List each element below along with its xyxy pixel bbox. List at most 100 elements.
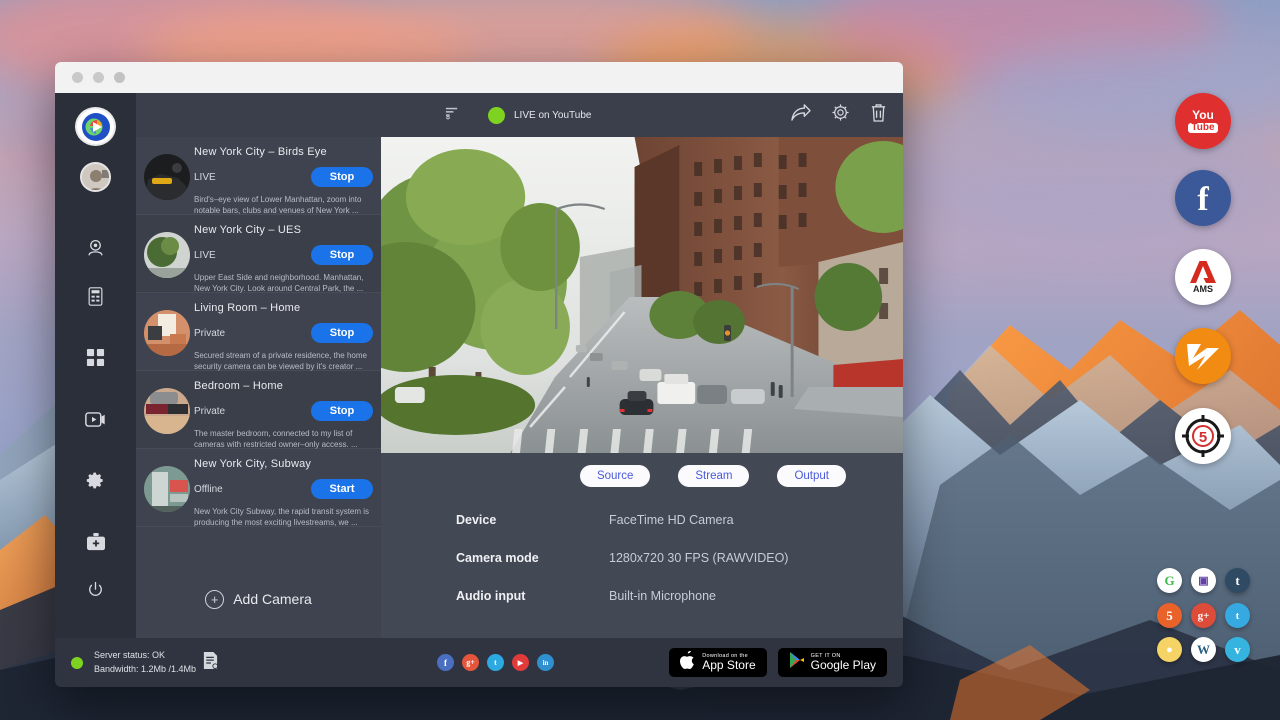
store-main-label: Google Play — [811, 659, 876, 672]
list-item[interactable]: New York City – Birds Eye LIVE Stop Bird… — [136, 137, 381, 215]
add-camera-button[interactable]: + Add Camera — [136, 560, 381, 638]
cloud — [980, 40, 1280, 135]
list-item[interactable]: New York City, Subway Offline Start New … — [136, 449, 381, 527]
window-titlebar — [55, 62, 903, 93]
app-window: New York City – Birds Eye LIVE Stop Bird… — [55, 62, 903, 687]
camera-thumbnail — [144, 388, 190, 434]
plus-icon: + — [205, 590, 224, 609]
sidebar-item-support[interactable] — [76, 521, 116, 568]
svg-text:5: 5 — [1199, 429, 1207, 446]
info-row-device: Device FaceTime HD Camera — [456, 513, 903, 527]
camera-description: Bird's–eye view of Lower Manhattan, zoom… — [194, 195, 373, 217]
toolbar-actions — [790, 103, 887, 127]
youtube-desktop-icon[interactable]: You Tube — [1175, 93, 1231, 149]
html5-mini-icon[interactable]: 5 — [1157, 603, 1182, 628]
user-avatar[interactable] — [80, 162, 111, 192]
info-value[interactable]: 1280x720 30 FPS (RAWVIDEO) — [609, 551, 788, 565]
store-badges: Download on the App Store GE — [669, 648, 887, 677]
camera-toggle-button[interactable]: Stop — [311, 245, 373, 265]
googleplus-icon[interactable]: g+ — [462, 654, 479, 671]
googleplus-mini-icon[interactable]: g+ — [1191, 603, 1216, 628]
camera-list-column: New York City – Birds Eye LIVE Stop Bird… — [136, 93, 381, 638]
google-play-badge[interactable]: GET IT ON Google Play — [778, 648, 887, 677]
facebook-desktop-icon[interactable]: f — [1175, 170, 1231, 226]
server-status-dot — [71, 657, 83, 669]
share-icon[interactable] — [790, 103, 811, 127]
adobe-ams-desktop-icon[interactable]: AMS — [1175, 249, 1231, 305]
sidebar-item-video[interactable] — [76, 398, 116, 445]
tab-pills: Source Stream Output — [381, 453, 903, 487]
camera-list[interactable]: New York City – Birds Eye LIVE Stop Bird… — [136, 137, 381, 560]
wowza-desktop-icon[interactable] — [1175, 328, 1231, 384]
document-icon[interactable] — [202, 651, 219, 675]
server-status-line: Server status: OK — [94, 649, 196, 663]
trash-icon[interactable] — [870, 103, 887, 127]
add-camera-label: Add Camera — [233, 591, 312, 607]
sort-icon[interactable] — [445, 105, 460, 125]
list-item[interactable]: Bedroom – Home Private Stop The master b… — [136, 371, 381, 449]
tab-output[interactable]: Output — [777, 465, 846, 487]
window-close-button[interactable] — [72, 72, 83, 83]
sidebar-item-camera[interactable] — [76, 228, 116, 275]
twitter-mini-icon[interactable]: t — [1225, 603, 1250, 628]
camera-thumbnail — [144, 310, 190, 356]
app-store-badge[interactable]: Download on the App Store — [669, 648, 766, 677]
video-preview[interactable] — [381, 137, 903, 453]
sidebar-item-power[interactable] — [76, 569, 116, 616]
gear-icon — [86, 471, 105, 495]
live-indicator-dot — [488, 107, 505, 124]
power-icon — [87, 581, 104, 603]
grid-icon — [86, 348, 105, 372]
camera-status: LIVE — [194, 172, 216, 183]
live-status-label: LIVE on YouTube — [514, 110, 591, 121]
sidebar-item-device[interactable] — [76, 275, 116, 322]
sidebar-item-settings[interactable] — [76, 460, 116, 507]
camera-toggle-button[interactable]: Stop — [311, 401, 373, 421]
sidebar-item-dashboard[interactable] — [76, 337, 116, 384]
tumblr-mini-icon[interactable]: t — [1225, 568, 1250, 593]
youtube-icon[interactable]: ▶ — [512, 654, 529, 671]
gear-icon[interactable] — [831, 103, 850, 127]
tab-source[interactable]: Source — [580, 465, 650, 487]
source-info-table: Device FaceTime HD Camera Camera mode 12… — [381, 487, 903, 638]
camera-thumbnail — [144, 466, 190, 512]
list-item[interactable]: Living Room – Home Private Stop Secured … — [136, 293, 381, 371]
gumroad-mini-icon[interactable]: G — [1157, 568, 1182, 593]
camera-thumbnail — [144, 154, 190, 200]
camera-title: Living Room – Home — [194, 302, 373, 314]
info-value[interactable]: FaceTime HD Camera — [609, 513, 734, 527]
flickr-mini-icon[interactable]: ● — [1157, 637, 1182, 662]
list-item[interactable]: New York City – UES LIVE Stop Upper East… — [136, 215, 381, 293]
social-links: f g+ t ▶ in — [437, 654, 554, 671]
camera-description: The master bedroom, connected to my list… — [194, 429, 373, 451]
window-minimize-button[interactable] — [93, 72, 104, 83]
camera-description: New York City Subway, the rapid transit … — [194, 507, 373, 529]
facebook-icon[interactable]: f — [437, 654, 454, 671]
status-text: Server status: OK Bandwidth: 1.2Mb /1.4M… — [94, 649, 196, 676]
status-bar: Server status: OK Bandwidth: 1.2Mb /1.4M… — [55, 638, 903, 687]
twitch-mini-icon[interactable]: ▣ — [1191, 568, 1216, 593]
app-logo[interactable] — [75, 107, 116, 146]
wordpress-mini-icon[interactable]: W — [1191, 637, 1216, 662]
info-row-audio-input: Audio input Built-in Microphone — [456, 589, 903, 603]
main-toolbar: LIVE on YouTube — [381, 93, 903, 137]
linkedin-icon[interactable]: in — [537, 654, 554, 671]
camera-toggle-button[interactable]: Start — [311, 479, 373, 499]
store-main-label: App Store — [702, 659, 755, 672]
live-status-badge: LIVE on YouTube — [488, 107, 591, 124]
camera-status: Private — [194, 406, 225, 417]
camera-toggle-button[interactable]: Stop — [311, 167, 373, 187]
vimeo-mini-icon[interactable]: v — [1225, 637, 1250, 662]
info-label: Camera mode — [456, 551, 609, 565]
apple-icon — [680, 651, 696, 675]
camera-icon — [86, 239, 105, 263]
camera-description: Upper East Side and neighborhood. Manhat… — [194, 273, 373, 295]
info-value[interactable]: Built-in Microphone — [609, 589, 716, 603]
camera-title: New York City – UES — [194, 224, 373, 236]
twitter-icon[interactable]: t — [487, 654, 504, 671]
google-play-icon — [789, 651, 805, 674]
tab-stream[interactable]: Stream — [678, 465, 749, 487]
ustream-desktop-icon[interactable]: 5 — [1175, 408, 1231, 464]
camera-toggle-button[interactable]: Stop — [311, 323, 373, 343]
window-maximize-button[interactable] — [114, 72, 125, 83]
